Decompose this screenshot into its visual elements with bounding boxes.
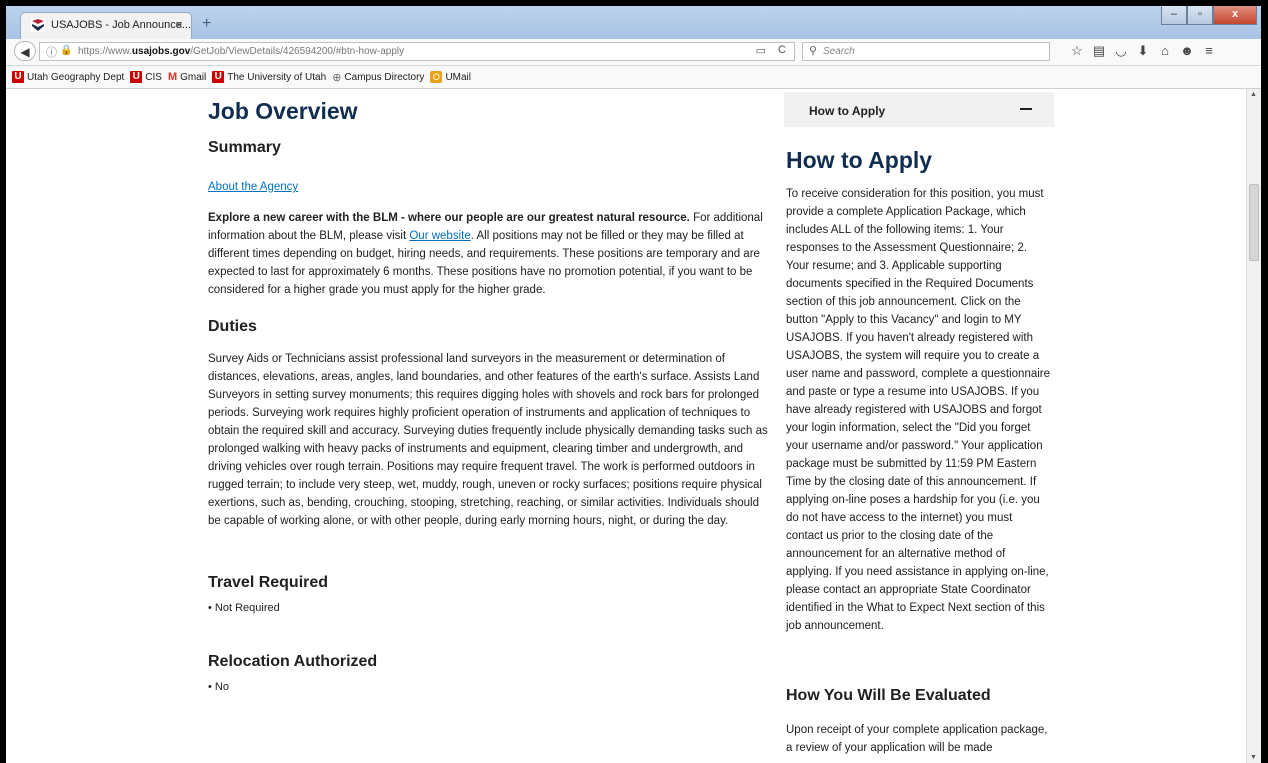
reload-icon[interactable]: C bbox=[778, 44, 786, 56]
summary-heading: Summary bbox=[208, 139, 281, 156]
toolbar-icons: ☆ ▤ ◡ ⬇ ⌂ ☻ ≡ bbox=[1066, 43, 1220, 59]
browser-window: USAJOBS - Job Announce... × + – ▫ x ◀ ⓘ … bbox=[6, 6, 1261, 763]
close-window-button[interactable]: x bbox=[1213, 6, 1257, 25]
scroll-up-icon[interactable]: ▲ bbox=[1250, 91, 1257, 98]
tab-title: USAJOBS - Job Announce... bbox=[51, 19, 192, 31]
duties-heading: Duties bbox=[208, 318, 257, 335]
university-u-icon: U bbox=[212, 71, 225, 83]
lock-icon[interactable]: 🔒 bbox=[60, 45, 72, 56]
bookmark-campus-directory[interactable]: ⊕ Campus Directory bbox=[332, 71, 424, 84]
tab-strip: USAJOBS - Job Announce... × + – ▫ x bbox=[6, 6, 1261, 39]
evaluated-heading: How You Will Be Evaluated bbox=[786, 687, 991, 704]
menu-icon[interactable]: ≡ bbox=[1198, 43, 1220, 59]
arrow-left-icon: ◀ bbox=[20, 45, 30, 59]
scroll-down-icon[interactable]: ▼ bbox=[1250, 754, 1257, 761]
university-u-icon: U bbox=[12, 71, 24, 83]
how-to-apply-accordion[interactable]: How to Apply bbox=[784, 92, 1054, 127]
close-tab-icon[interactable]: × bbox=[175, 17, 183, 32]
navigation-bar: ◀ ⓘ 🔒 https://www.usajobs.gov/GetJob/Vie… bbox=[6, 39, 1261, 66]
travel-value: • Not Required bbox=[208, 602, 280, 614]
outlook-icon: O bbox=[430, 71, 443, 83]
scrollbar-thumb[interactable] bbox=[1249, 184, 1259, 261]
bookmark-university-of-utah[interactable]: U The University of Utah bbox=[212, 71, 326, 83]
bookmark-cis[interactable]: U CIS bbox=[130, 71, 162, 83]
bookmarks-bar: U Utah Geography Dept U CIS M Gmail U The Un… bbox=[6, 66, 1261, 89]
browser-tab[interactable]: USAJOBS - Job Announce... × bbox=[20, 12, 192, 39]
collapse-minus-icon[interactable] bbox=[1020, 108, 1032, 110]
university-u-icon: U bbox=[130, 71, 143, 83]
minimize-button[interactable]: – bbox=[1161, 6, 1187, 25]
gmail-icon: M bbox=[167, 71, 178, 83]
search-icon: ⚲ bbox=[809, 45, 818, 57]
summary-paragraph: Explore a new career with the BLM - wher… bbox=[208, 212, 763, 296]
globe-icon: ⊕ bbox=[332, 71, 342, 84]
duties-paragraph: Survey Aids or Technicians assist profes… bbox=[208, 353, 768, 527]
how-to-apply-text: To receive consideration for this positi… bbox=[786, 188, 1051, 632]
download-icon[interactable]: ⬇ bbox=[1132, 43, 1154, 59]
star-icon[interactable]: ☆ bbox=[1066, 43, 1088, 59]
home-icon[interactable]: ⌂ bbox=[1154, 43, 1176, 59]
new-tab-button[interactable]: + bbox=[202, 15, 211, 33]
about-agency-link[interactable]: About the Agency bbox=[208, 178, 768, 196]
url-text[interactable]: https://www.usajobs.gov/GetJob/ViewDetai… bbox=[78, 46, 404, 57]
chat-icon[interactable]: ☻ bbox=[1176, 43, 1198, 59]
vertical-scrollbar[interactable]: ▲ ▼ bbox=[1246, 89, 1261, 763]
search-bar[interactable]: ⚲ Search bbox=[802, 42, 1050, 61]
reading-list-icon[interactable]: ▤ bbox=[1088, 43, 1110, 59]
how-to-apply-heading: How to Apply bbox=[786, 147, 933, 173]
pocket-icon[interactable]: ◡ bbox=[1110, 43, 1132, 59]
travel-heading: Travel Required bbox=[208, 574, 329, 591]
page-title: Job Overview bbox=[208, 98, 358, 124]
bookmark-utah-geography[interactable]: U Utah Geography Dept bbox=[12, 71, 124, 83]
address-bar[interactable]: ⓘ 🔒 https://www.usajobs.gov/GetJob/ViewD… bbox=[39, 42, 795, 61]
evaluated-text: Upon receipt of your complete applicatio… bbox=[786, 724, 1048, 754]
our-website-link[interactable]: Our website bbox=[409, 230, 470, 242]
window-controls: – ▫ x bbox=[1161, 6, 1257, 26]
relocation-value: • No bbox=[208, 681, 229, 693]
info-icon[interactable]: ⓘ bbox=[46, 44, 57, 60]
summary-bold-text: Explore a new career with the BLM - wher… bbox=[208, 212, 690, 224]
back-button[interactable]: ◀ bbox=[14, 41, 36, 61]
page-content: Job Overview Summary About the Agency Ex… bbox=[6, 89, 1246, 763]
search-placeholder: Search bbox=[823, 46, 855, 57]
accordion-label: How to Apply bbox=[809, 104, 886, 118]
bookmark-umail[interactable]: O UMail bbox=[430, 71, 471, 83]
usajobs-favicon-icon bbox=[31, 18, 45, 32]
relocation-heading: Relocation Authorized bbox=[208, 653, 378, 670]
maximize-button[interactable]: ▫ bbox=[1187, 6, 1213, 25]
bookmark-gmail[interactable]: M Gmail bbox=[168, 71, 206, 83]
reader-view-icon[interactable]: ▭ bbox=[756, 44, 766, 57]
